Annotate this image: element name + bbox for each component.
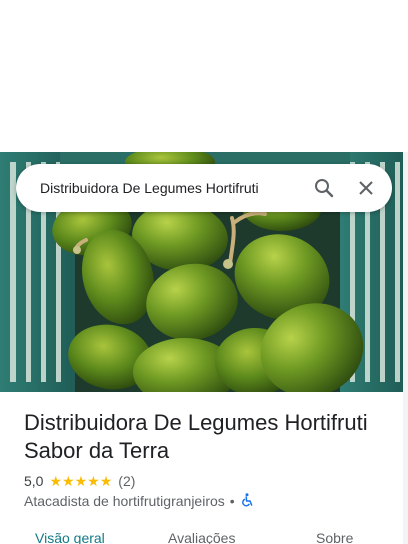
star-icon: ★: [62, 473, 75, 489]
wheelchair-icon[interactable]: [240, 492, 254, 510]
place-panel: Distribuidora De Legumes Hortifruti Dist…: [0, 0, 408, 544]
tab-reviews[interactable]: Avaliações: [168, 530, 235, 544]
category-row: Atacadista de hortifrutigranjeiros •: [24, 492, 254, 510]
close-icon[interactable]: [346, 168, 386, 208]
search-icon[interactable]: [304, 168, 344, 208]
category-label[interactable]: Atacadista de hortifrutigranjeiros: [24, 493, 225, 509]
star-icon: ★: [99, 473, 113, 489]
tab-about[interactable]: Sobre: [316, 530, 353, 544]
star-icon: ★: [49, 473, 63, 489]
star-rating: ★ ★ ★ ★ ★: [49, 474, 112, 488]
rating-row[interactable]: 5,0 ★ ★ ★ ★ ★ (2): [24, 472, 135, 490]
search-input[interactable]: Distribuidora De Legumes Hortifruti: [40, 180, 304, 196]
rating-value: 5,0: [24, 473, 44, 489]
review-count[interactable]: (2): [118, 473, 135, 489]
scrollbar-track[interactable]: [403, 152, 408, 544]
tab-bar: Visão geral Avaliações Sobre: [0, 530, 408, 544]
star-icon: ★: [87, 473, 100, 489]
place-title: Distribuidora De Legumes Hortifruti Sabo…: [24, 410, 368, 463]
tab-overview[interactable]: Visão geral: [35, 530, 105, 544]
separator-dot: •: [229, 493, 235, 509]
search-box[interactable]: Distribuidora De Legumes Hortifruti: [16, 164, 392, 212]
star-icon: ★: [74, 473, 88, 489]
